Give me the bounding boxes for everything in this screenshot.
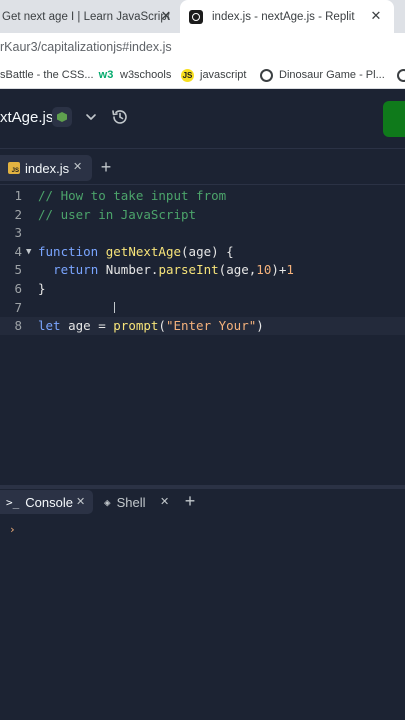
bookmark-label: sBattle - the CSS... (0, 69, 94, 81)
tab-title: index.js - nextAge.js - Replit (212, 10, 355, 23)
w3schools-icon: w3 (98, 69, 114, 81)
code-editor[interactable]: 1 // How to take input from 2 // user in Ja… (0, 185, 405, 485)
terminal-icon: >_ (6, 495, 20, 509)
globe-icon (397, 68, 405, 82)
add-tab-button[interactable]: + (96, 157, 116, 177)
url-text: rKaur3/capitalizationjs#index.js (0, 40, 172, 54)
javascript-icon: JS (181, 68, 194, 82)
dino-icon (260, 68, 273, 82)
close-icon[interactable]: ✕ (76, 495, 85, 508)
code-text: let age = prompt("Enter Your") (38, 318, 264, 334)
line-number: 5 (14, 262, 22, 278)
console-tab-strip: >_ Console ✕ ◈ Shell ✕ + (0, 489, 405, 515)
code-line[interactable]: 3 (0, 224, 405, 242)
line-number: 2 (14, 206, 22, 222)
bookmark-dinosaur-game[interactable]: Dinosaur Game - Pl... (260, 61, 385, 88)
bookmark-css-battle[interactable]: sBattle - the CSS... (0, 61, 94, 88)
close-icon[interactable]: ✕ (158, 8, 174, 24)
console-output[interactable]: › (0, 515, 405, 720)
code-line[interactable]: 5 return Number.parseInt(age,10)+1 (0, 261, 405, 279)
console-prompt: › (9, 523, 16, 536)
close-icon[interactable]: ✕ (368, 8, 384, 24)
repl-name[interactable]: xtAge.js (0, 109, 53, 126)
code-text: // How to take input from (38, 188, 227, 203)
chevron-down-icon[interactable] (84, 107, 98, 127)
bookmark-label: javascript (200, 69, 247, 81)
code-line[interactable]: 8 let age = prompt("Enter Your") (0, 317, 405, 336)
tab-label: Shell (116, 494, 146, 510)
code-line[interactable]: 4 ▼ function getNextAge(age) { (0, 243, 405, 261)
browser-tab-replit[interactable]: index.js - nextAge.js - Replit ✕ (180, 0, 394, 33)
browser-tab-bar: Get next age I | Learn JavaScript ✕ inde… (0, 0, 405, 33)
close-icon[interactable]: ✕ (160, 495, 169, 508)
editor-tab-strip: JS index.js ✕ + (0, 150, 405, 185)
file-tab-label: index.js (25, 160, 70, 176)
js-file-icon: JS (8, 162, 20, 174)
code-text: } (38, 281, 46, 296)
tab-title: Get next age I | Learn JavaScript (2, 10, 170, 23)
fold-arrow-icon[interactable]: ▼ (26, 243, 31, 261)
tab-shell[interactable]: ◈ Shell ✕ (104, 490, 169, 514)
bookmark-label: w3schools (120, 69, 172, 81)
code-text: function getNextAge(age) { (38, 243, 234, 259)
tab-console[interactable]: >_ Console ✕ (0, 490, 93, 514)
line-number: 8 (14, 318, 22, 334)
line-number: 6 (14, 281, 22, 296)
address-bar[interactable]: rKaur3/capitalizationjs#index.js (0, 33, 405, 61)
line-number: 1 (14, 188, 22, 203)
close-icon[interactable]: ✕ (73, 160, 82, 173)
line-number: 4 (14, 243, 22, 259)
mouse-cursor-icon (114, 302, 120, 313)
file-tab-index-js[interactable]: JS index.js ✕ (0, 155, 92, 181)
tab-label: Console (25, 494, 73, 510)
add-tab-button[interactable]: + (180, 491, 200, 511)
bookmark-globe[interactable] (397, 61, 405, 88)
shell-icon: ◈ (104, 495, 111, 509)
code-text: return Number.parseInt(age,10)+1 (53, 262, 294, 278)
browser-tab-learn-javascript[interactable]: Get next age I | Learn JavaScript ✕ (0, 0, 180, 33)
bookmark-javascript[interactable]: JS javascript (181, 61, 247, 88)
line-number: 3 (14, 225, 22, 241)
code-line[interactable]: 7 (0, 299, 405, 317)
history-icon[interactable] (110, 107, 130, 127)
bookmark-label: Dinosaur Game - Pl... (279, 69, 385, 81)
run-button[interactable] (383, 101, 405, 137)
code-line[interactable]: 1 // How to take input from (0, 187, 405, 205)
nodejs-icon (52, 107, 72, 127)
code-line[interactable]: 2 // user in JavaScript (0, 206, 405, 224)
line-number: 7 (14, 299, 22, 315)
code-text: // user in JavaScript (38, 206, 197, 222)
bookmark-w3schools[interactable]: w3 w3schools (98, 61, 172, 88)
code-line[interactable]: 6} (0, 280, 405, 298)
replit-header: xtAge.js (0, 89, 405, 149)
bookmarks-bar: sBattle - the CSS... w3 w3schools JS jav… (0, 61, 405, 89)
replit-favicon-icon (189, 9, 203, 24)
